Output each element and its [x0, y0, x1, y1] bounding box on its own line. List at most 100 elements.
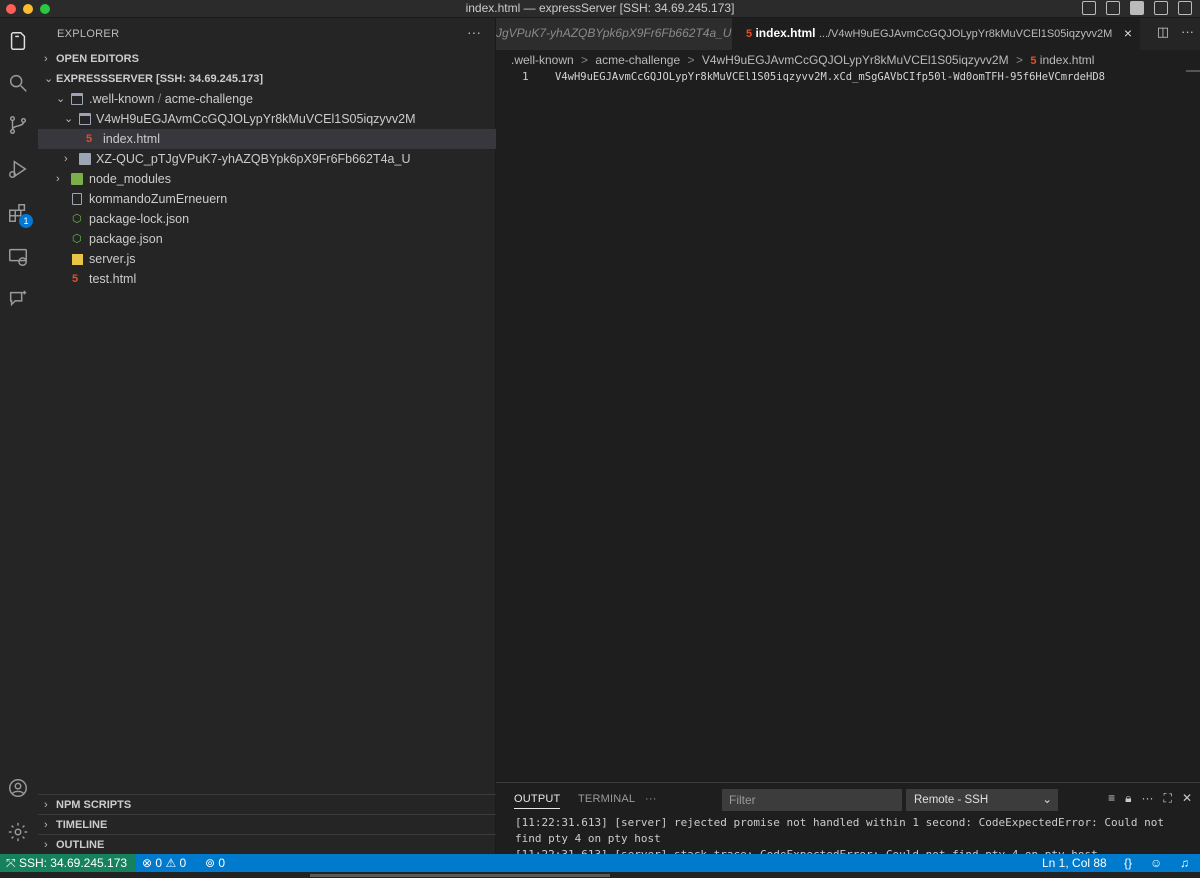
chevron-down-icon: ⌄ — [1042, 794, 1052, 806]
chevron-right-icon: › — [44, 53, 48, 65]
breadcrumb-well-known[interactable]: .well-known — [511, 53, 574, 67]
tree-folder-other-token[interactable]: › XZ-QUC_pTJgVPuK7-yhAZQBYpk6pX9Fr6Fb662… — [38, 149, 496, 169]
account-icon[interactable] — [5, 775, 31, 801]
tab-inactive[interactable]: JgVPuK7-yhAZQBYpk6pX9Fr6Fb662T4a_U — [496, 18, 732, 50]
tab-terminal[interactable]: TERMINAL — [578, 793, 635, 805]
explorer-icon[interactable] — [5, 28, 31, 54]
test-html-label: test.html — [89, 272, 137, 286]
tab-output[interactable]: OUTPUT — [514, 793, 561, 809]
breadcrumb: .well-known > acme-challenge > V4wH9uEGJ… — [496, 50, 1200, 70]
tree-folder-well-known[interactable]: ⌄ .well-known / acme-challenge — [38, 89, 496, 109]
clear-output-icon[interactable]: ≡ — [1108, 791, 1115, 806]
tree-file-test-html[interactable]: 5 test.html — [38, 269, 496, 289]
html-file-icon: 5 — [86, 133, 93, 145]
index-html-label: index.html — [103, 132, 160, 146]
open-editors-section[interactable]: › OPEN EDITORS — [38, 49, 496, 69]
code-line[interactable]: V4wH9uEGJAvmCcGQJOLypYr8kMuVCEl1S05iqzyv… — [555, 70, 1105, 84]
breadcrumb-acme[interactable]: acme-challenge — [595, 53, 680, 67]
breadcrumb-separator: > — [1015, 53, 1023, 67]
output-line: find pty 4 on pty host — [515, 832, 661, 845]
breadcrumb-separator: > — [687, 53, 695, 67]
chevron-down-icon: ⌄ — [44, 73, 54, 85]
output-line: [11:22:31.613] [server] rejected promise… — [515, 816, 1165, 829]
settings-gear-icon[interactable] — [5, 819, 31, 845]
breadcrumb-index-html[interactable]: index.html — [1040, 53, 1095, 67]
package-lock-label: package-lock.json — [89, 212, 190, 226]
folder-open-icon — [79, 113, 91, 125]
tab-active-name: index.html — [755, 26, 816, 40]
run-debug-icon[interactable] — [5, 156, 31, 182]
server-js-label: server.js — [89, 252, 136, 266]
explorer-more-button[interactable]: ··· — [467, 24, 481, 40]
file-icon — [72, 193, 82, 205]
tree-file-kommando[interactable]: kommandoZumErneuern — [38, 189, 496, 209]
ports-icon: ⊚ — [205, 856, 216, 870]
tree-file-package-json[interactable]: ⬡ package.json — [38, 229, 496, 249]
other-token-folder-label: XZ-QUC_pTJgVPuK7-yhAZQBYpk6pX9Fr6Fb662T4… — [96, 152, 411, 166]
notifications-icon[interactable]: ♫ — [1180, 854, 1189, 872]
node-modules-label: node_modules — [89, 172, 172, 186]
more-actions-icon[interactable]: ··· — [1181, 24, 1194, 40]
remote-indicator[interactable]: ⤧ SSH: 34.69.245.173 — [0, 854, 136, 872]
copilot-icon[interactable]: ☺ — [1150, 854, 1162, 872]
tree-folder-node-modules[interactable]: › node_modules — [38, 169, 496, 189]
toggle-primary-sidebar-icon[interactable] — [1130, 1, 1144, 15]
html-file-icon: 5 — [1030, 55, 1037, 67]
search-icon[interactable] — [5, 70, 31, 96]
toggle-panel-icon[interactable] — [1154, 1, 1168, 15]
tree-folder-token[interactable]: ⌄ V4wH9uEGJAvmCcGQJOLypYr8kMuVCEl1S05iqz… — [38, 109, 496, 129]
customize-layout-icon[interactable] — [1106, 1, 1120, 15]
split-editor-icon[interactable]: ◫ — [1157, 24, 1169, 40]
extensions-badge: 1 — [19, 214, 33, 228]
tree-file-package-lock[interactable]: ⬡ package-lock.json — [38, 209, 496, 229]
node-folder-icon — [71, 173, 83, 185]
tab-inactive-label: JgVPuK7-yhAZQBYpk6pX9Fr6Fb662T4a_U — [496, 26, 732, 40]
well-known-label: .well-known — [89, 92, 155, 106]
maximize-panel-icon[interactable]: ⛶ — [1164, 791, 1172, 806]
problems-status[interactable]: ⊗ 0 ⚠ 0 — [142, 854, 186, 872]
folder-label: .well-known / acme-challenge — [89, 89, 253, 109]
breadcrumb-token-folder[interactable]: V4wH9uEGJAvmCcGQJOLypYr8kMuVCEl1S05iqzyv… — [702, 53, 1009, 67]
timeline-section[interactable]: › TIMELINE — [38, 815, 496, 835]
path-separator: / — [157, 92, 162, 106]
toggle-secondary-sidebar-icon[interactable] — [1178, 1, 1192, 15]
tab-active-path: .../V4wH9uEGJAvmCcGQJOLypYr8kMuVCEl1S05i… — [818, 28, 1113, 40]
chevron-right-icon: › — [56, 173, 60, 185]
sidebar-header: EXPLORER — [57, 28, 120, 40]
remote-icon: ⤧ — [6, 856, 16, 870]
npm-scripts-section[interactable]: › NPM SCRIPTS — [38, 795, 496, 815]
chevron-right-icon: › — [44, 819, 48, 831]
warning-icon: ⚠ — [165, 856, 177, 870]
cursor-position[interactable]: Ln 1, Col 88 — [1042, 854, 1107, 872]
chevron-right-icon: › — [44, 799, 48, 811]
braces-icon[interactable]: {} — [1124, 854, 1132, 872]
line-number: 1 — [522, 70, 529, 83]
source-control-icon[interactable] — [5, 112, 31, 138]
close-icon[interactable]: × — [1124, 18, 1132, 48]
tree-file-server-js[interactable]: server.js — [38, 249, 496, 269]
tree-file-index-html[interactable]: 5 index.html — [38, 129, 496, 149]
lock-icon[interactable]: 🔒︎ — [1125, 791, 1131, 806]
outline-section[interactable]: › OUTLINE — [38, 835, 496, 855]
layout-controls — [1082, 1, 1192, 15]
editor-actions: ◫ ··· — [1157, 24, 1194, 40]
chat-layout-icon[interactable] — [1082, 1, 1096, 15]
filter-input[interactable] — [722, 789, 902, 811]
extensions-icon[interactable]: 1 — [5, 200, 33, 228]
panel-more-button[interactable]: ··· — [645, 793, 657, 805]
more-icon[interactable]: ··· — [1142, 791, 1154, 806]
scrollbar-indicator[interactable] — [1186, 70, 1200, 72]
folder-open-icon — [71, 93, 83, 105]
output-panel: OUTPUT TERMINAL ··· Remote - SSH ⌄ ≡ 🔒︎ … — [496, 782, 1200, 855]
close-panel-icon[interactable]: ✕ — [1182, 791, 1192, 806]
tab-index-html[interactable]: 5 index.html .../V4wH9uEGJAvmCcGQJOLypYr… — [732, 18, 1140, 50]
chat-icon[interactable] — [5, 286, 31, 312]
json-file-icon: ⬡ — [72, 213, 82, 225]
dock-indicator — [310, 874, 610, 877]
ports-status[interactable]: ⊚ 0 — [205, 854, 225, 872]
workspace-section[interactable]: ⌄ EXPRESSSERVER [SSH: 34.69.245.173] — [38, 69, 496, 89]
html-file-icon: 5 — [72, 273, 79, 285]
remote-explorer-icon[interactable] — [5, 244, 31, 270]
code-editor[interactable]: 1 V4wH9uEGJAvmCcGQJOLypYr8kMuVCEl1S05iqz… — [496, 70, 1200, 782]
output-channel-select[interactable]: Remote - SSH ⌄ — [906, 789, 1058, 811]
